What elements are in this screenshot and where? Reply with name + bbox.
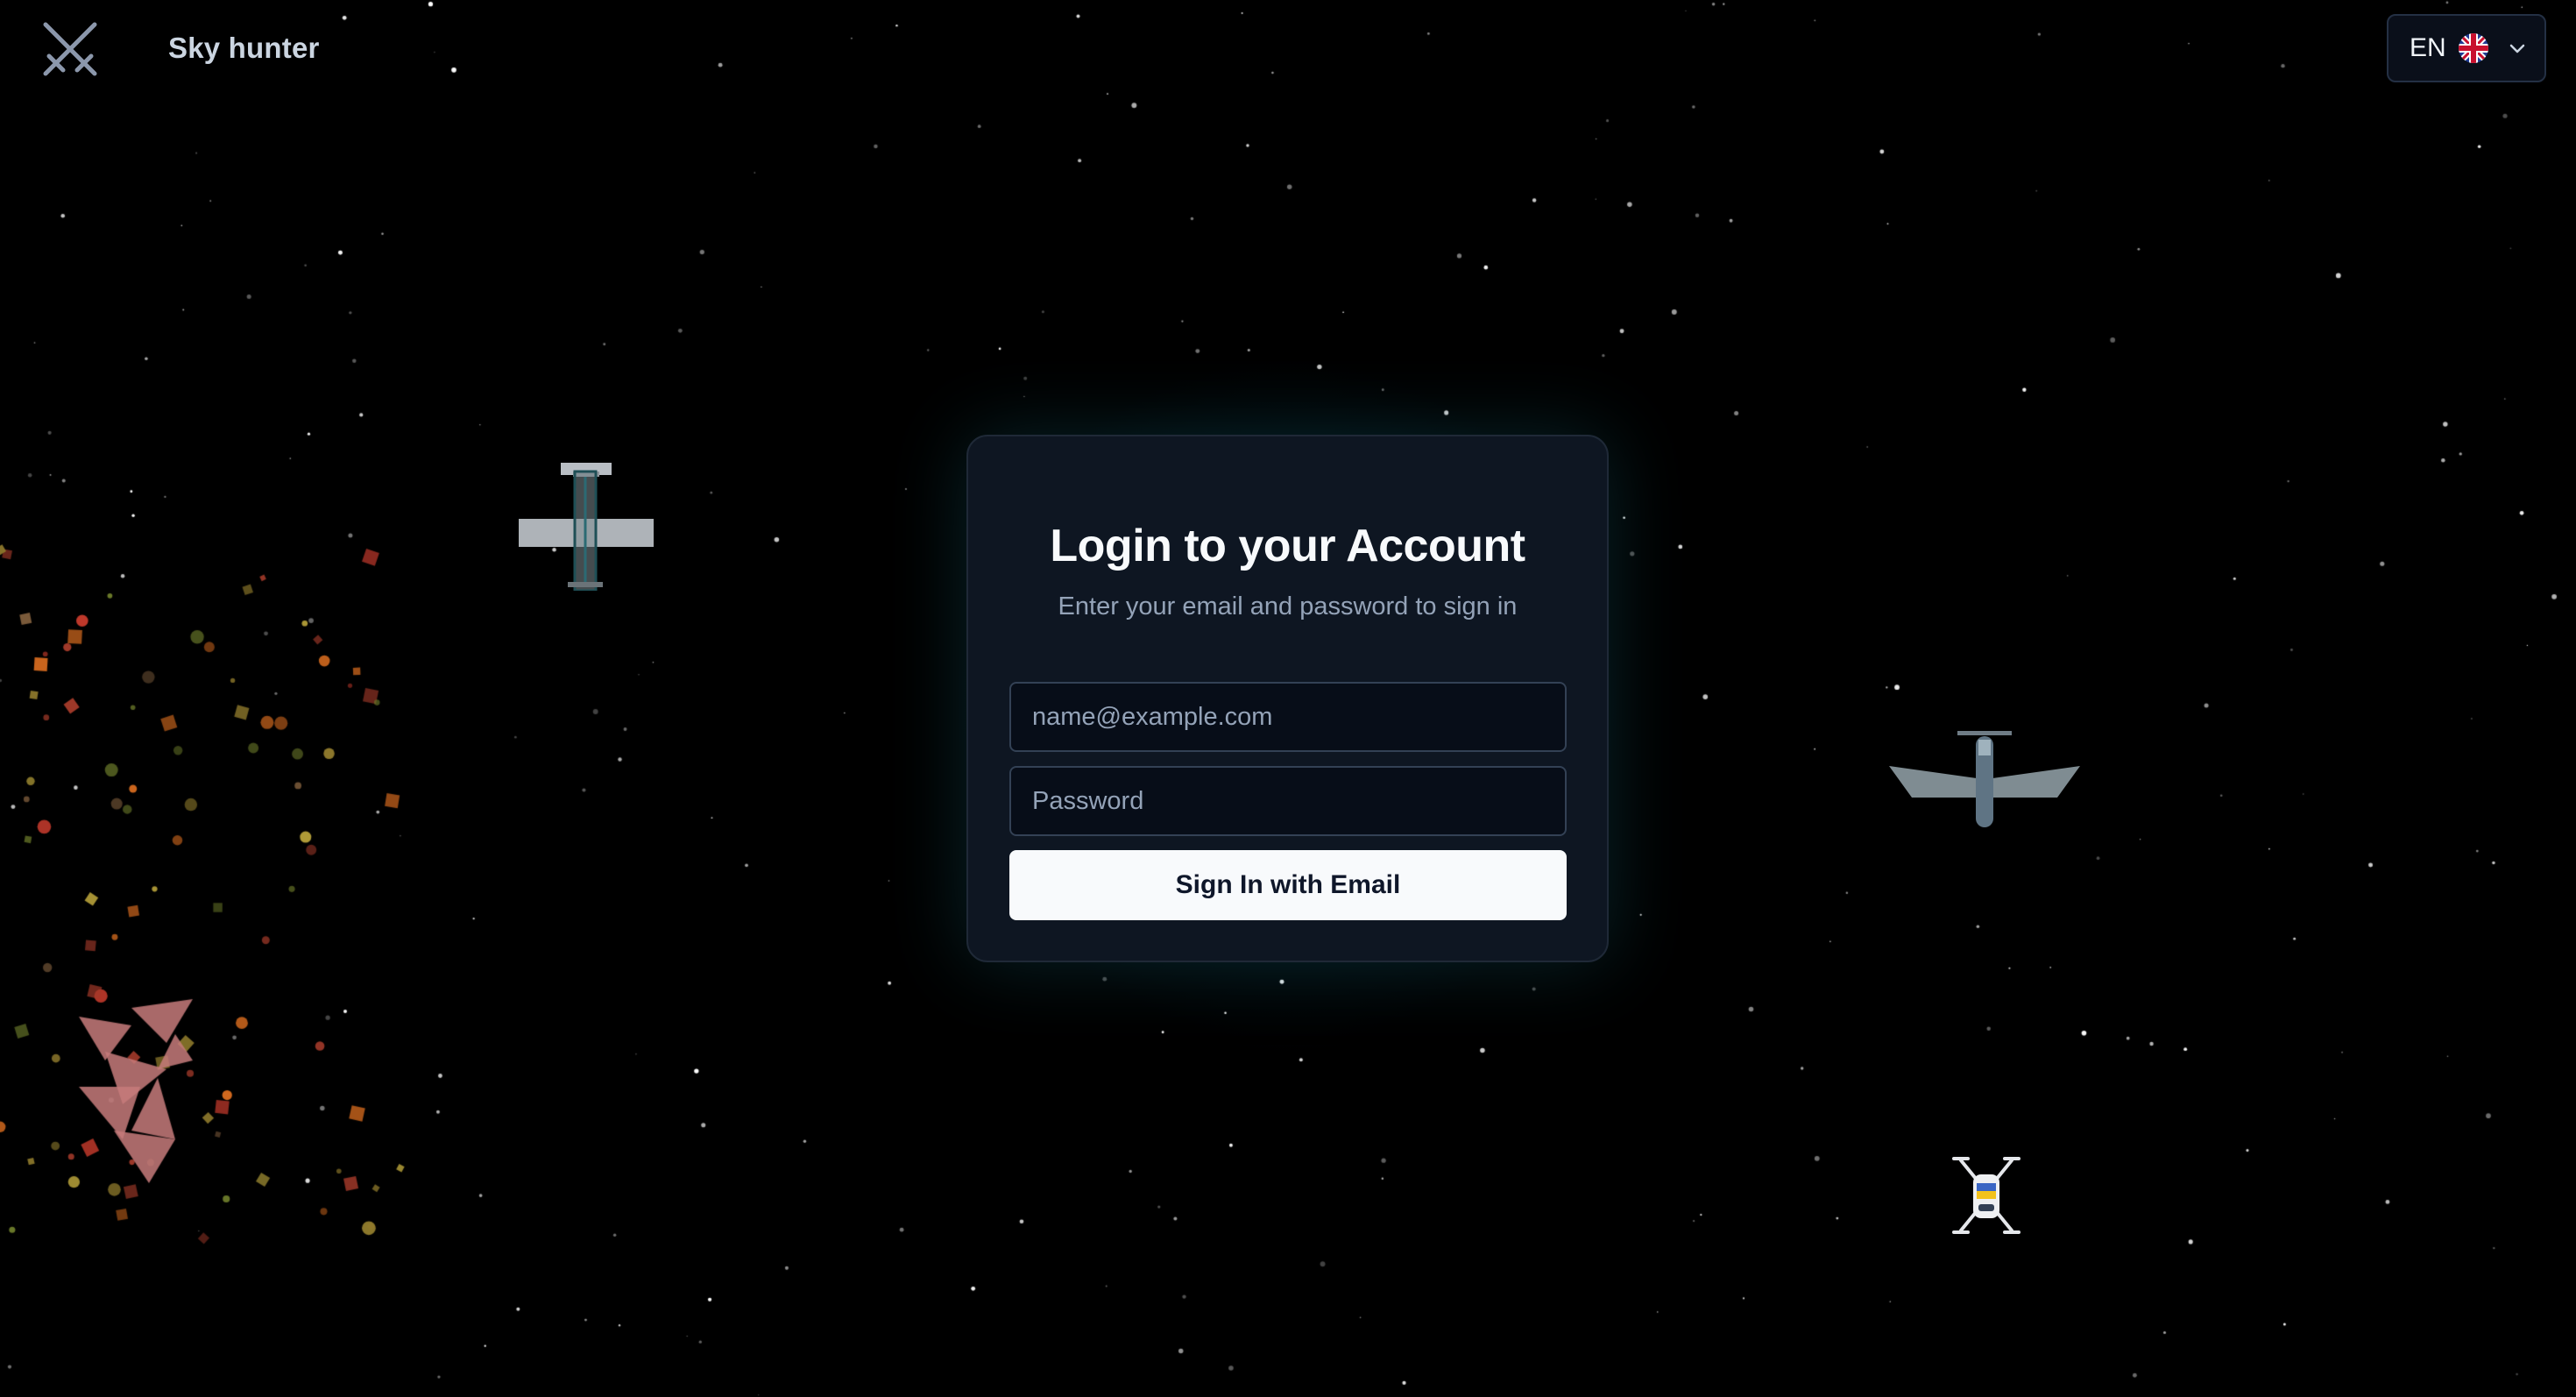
brand-name[interactable]: Sky hunter <box>168 32 320 65</box>
password-input[interactable] <box>1009 766 1567 836</box>
explosion-debris <box>0 526 421 1280</box>
language-selector[interactable]: EN <box>2387 14 2546 82</box>
login-title: Login to your Account <box>1050 521 1525 571</box>
sign-in-button[interactable]: Sign In with Email <box>1009 850 1567 920</box>
quadcopter-drone-sprite <box>1952 1157 2020 1234</box>
uk-flag-icon <box>2458 33 2488 63</box>
biplane-sprite <box>519 463 654 591</box>
email-input[interactable] <box>1009 682 1567 752</box>
login-card: Login to your Account Enter your email a… <box>966 435 1609 962</box>
language-code: EN <box>2410 33 2446 62</box>
login-subtitle: Enter your email and password to sign in <box>1058 592 1518 620</box>
crossed-swords-icon[interactable] <box>39 18 102 81</box>
chevron-down-icon <box>2509 44 2524 53</box>
top-bar: Sky hunter EN <box>0 0 2576 98</box>
jet-plane-sprite <box>1889 731 2080 827</box>
